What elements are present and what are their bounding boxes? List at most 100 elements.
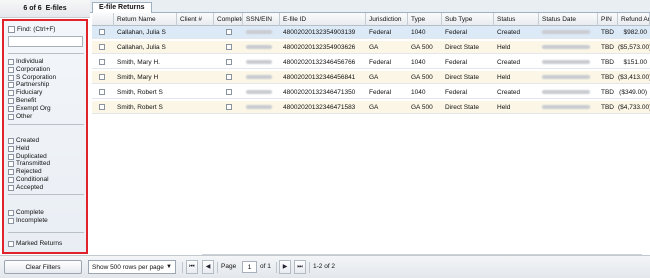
find-checkbox[interactable] — [8, 26, 15, 33]
status-filter-item[interactable]: Rejected — [8, 168, 50, 176]
row-select[interactable] — [92, 26, 114, 39]
type-col-header[interactable]: Type — [408, 13, 442, 26]
status-filter-item[interactable]: Conditional — [8, 176, 50, 184]
status-checkbox[interactable] — [8, 153, 14, 160]
status-checkbox[interactable] — [8, 161, 14, 168]
entity-type-filter-item[interactable]: Fiduciary — [8, 89, 56, 97]
last-page-icon[interactable]: ⏭ — [294, 260, 306, 274]
status-date-col-header[interactable]: Status Date — [539, 13, 598, 26]
entity-type-checkbox[interactable] — [8, 105, 14, 112]
complete-cell[interactable] — [214, 71, 243, 84]
sub-type-col-header[interactable]: Sub Type — [442, 13, 494, 26]
complete-cell[interactable] — [214, 41, 243, 54]
table-row[interactable]: Smith, Robert S 48002020132346471583 GA GA … — [92, 101, 650, 114]
client-number-cell — [177, 71, 214, 84]
row-select[interactable] — [92, 101, 114, 114]
completion-filter-item[interactable]: Incomplete — [8, 217, 48, 225]
entity-type-label: Corporation — [16, 65, 50, 73]
complete-checkbox[interactable] — [226, 44, 232, 50]
row-select-checkbox[interactable] — [99, 44, 105, 50]
row-select[interactable] — [92, 86, 114, 99]
status-filter-item[interactable]: Created — [8, 137, 50, 145]
entity-type-checkbox[interactable] — [8, 82, 14, 89]
refund-amount-cell: ($3,413.00) — [618, 74, 650, 81]
status-checkbox[interactable] — [8, 184, 14, 191]
row-select[interactable] — [92, 56, 114, 69]
table-row[interactable]: Smith, Mary H. 48002020132346456766 Federa… — [92, 56, 650, 69]
divider — [8, 53, 84, 54]
status-checkbox[interactable] — [8, 177, 14, 184]
entity-type-filter-item[interactable]: Benefit — [8, 97, 56, 105]
client-number-col-header[interactable]: Client # — [177, 13, 214, 26]
entity-type-checkbox[interactable] — [8, 90, 14, 97]
complete-checkbox[interactable] — [226, 89, 232, 95]
entity-type-checkbox[interactable] — [8, 74, 14, 81]
status-filter-item[interactable]: Transmitted — [8, 160, 50, 169]
first-page-icon[interactable]: ⏮ — [186, 260, 198, 274]
completion-checkbox[interactable] — [8, 209, 14, 216]
marked-returns-checkbox[interactable] — [8, 240, 14, 247]
complete-checkbox[interactable] — [226, 59, 232, 65]
status-filter-item[interactable]: Held — [8, 145, 50, 153]
marked-returns-row[interactable]: Marked Returns — [8, 239, 62, 248]
complete-cell[interactable] — [214, 56, 243, 69]
entity-type-checkbox[interactable] — [8, 66, 14, 73]
return-name-cell: Callahan, Julia S — [117, 29, 166, 36]
entity-type-checkbox[interactable] — [8, 98, 14, 105]
table-row[interactable]: Smith, Mary H 48002020132346456841 GA GA 50… — [92, 71, 650, 84]
refund-amount-cell: ($349.00) — [619, 89, 647, 96]
completion-checkbox[interactable] — [8, 217, 14, 224]
return-name-cell: Callahan, Julia S — [117, 44, 166, 51]
row-select-checkbox[interactable] — [99, 74, 105, 80]
status-filter-item[interactable]: Accepted — [8, 184, 50, 192]
row-select[interactable] — [92, 71, 114, 84]
complete-cell[interactable] — [214, 86, 243, 99]
completion-filter-item[interactable]: Complete — [8, 209, 48, 217]
complete-checkbox[interactable] — [226, 29, 232, 35]
complete-checkbox[interactable] — [226, 74, 232, 80]
row-select[interactable] — [92, 41, 114, 54]
entity-type-filter-item[interactable]: Individual — [8, 58, 56, 66]
complete-cell[interactable] — [214, 26, 243, 39]
status-label: Rejected — [16, 168, 42, 176]
tab-efile-returns[interactable]: E-file Returns — [92, 2, 152, 13]
refund-amount-col-header[interactable]: Refund Amount — [618, 13, 650, 26]
efile-id-col-header[interactable]: E-file ID — [280, 13, 366, 26]
status-checkbox[interactable] — [8, 137, 14, 144]
entity-type-filter-item[interactable]: Corporation — [8, 66, 56, 74]
page-number-input[interactable]: 1 — [242, 261, 257, 273]
prev-page-icon[interactable]: ◀ — [202, 260, 214, 274]
return-name-col-header[interactable]: Return Name — [114, 13, 177, 26]
status-filter-item[interactable]: Duplicated — [8, 153, 50, 161]
pin-col-header[interactable]: PIN — [598, 13, 618, 26]
type-cell: 1040 — [411, 29, 426, 36]
entity-type-filter-item[interactable]: S Corporation — [8, 74, 56, 82]
return-name-cell: Smith, Mary H — [117, 74, 159, 81]
status-col-header[interactable]: Status — [494, 13, 539, 26]
complete-checkbox[interactable] — [226, 104, 232, 110]
entity-type-filter-item[interactable]: Partnership — [8, 81, 56, 90]
table-row[interactable]: Smith, Robert S 48002020132346471350 Feder… — [92, 86, 650, 99]
ssn-ein-col-header[interactable]: SSN/EIN — [243, 13, 280, 26]
status-checkbox[interactable] — [8, 145, 14, 152]
row-select-checkbox[interactable] — [99, 59, 105, 65]
status-checkbox[interactable] — [8, 169, 14, 176]
row-select-checkbox[interactable] — [99, 89, 105, 95]
row-select-checkbox[interactable] — [99, 29, 105, 35]
next-page-icon[interactable]: ▶ — [279, 260, 291, 274]
jurisdiction-col-header[interactable]: Jurisdiction — [366, 13, 408, 26]
clear-filters-button[interactable]: Clear Filters — [4, 260, 82, 274]
entity-type-filter-item[interactable]: Other — [8, 113, 56, 121]
find-input[interactable] — [8, 36, 83, 47]
entity-type-checkbox[interactable] — [8, 113, 14, 120]
table-row[interactable]: Callahan, Julia S 48002020132354903626 GA G… — [92, 41, 650, 54]
select-col-header[interactable] — [92, 13, 114, 26]
row-select-checkbox[interactable] — [99, 104, 105, 110]
table-row[interactable]: Callahan, Julia S 48002020132354903139 Fed… — [92, 26, 650, 39]
rows-per-page-select[interactable]: Show 500 rows per page ▼ — [88, 260, 176, 274]
efiles-label: E-files — [45, 5, 67, 12]
entity-type-checkbox[interactable] — [8, 58, 14, 65]
entity-type-filter-item[interactable]: Exempt Org — [8, 105, 56, 113]
complete-cell[interactable] — [214, 101, 243, 114]
complete-col-header[interactable]: Complete — [214, 13, 243, 26]
